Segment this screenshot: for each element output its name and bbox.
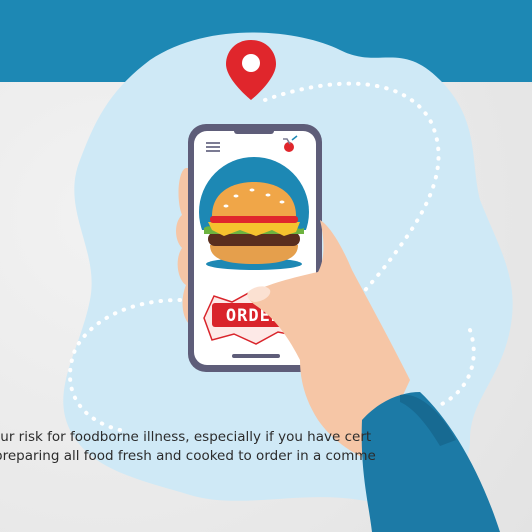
caption-line-2: preparing all food fresh and cooked to o… — [0, 448, 376, 464]
menu-icon[interactable] — [206, 142, 220, 152]
caption-line-1: our risk for foodborne illness, especial… — [0, 429, 372, 445]
burger-image — [199, 157, 309, 270]
illustration: ORDER our risk for foodborne illness, es… — [0, 0, 532, 532]
caption: our risk for foodborne illness, especial… — [0, 428, 532, 466]
